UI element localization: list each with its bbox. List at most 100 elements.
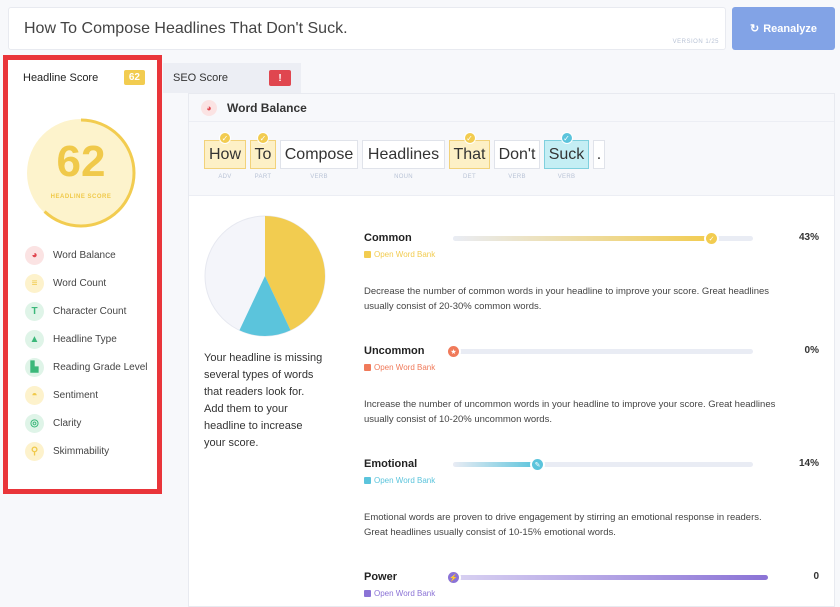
pie-chart-icon: ◕	[25, 245, 44, 265]
category-name: Common	[364, 232, 412, 244]
common-check-icon: ✓	[257, 132, 269, 144]
part-of-speech: VERB	[310, 174, 328, 180]
reanalyze-label: Reanalyze	[763, 22, 818, 35]
word-text: How	[208, 145, 241, 163]
nav-item-reading-grade-level[interactable]: ▙ Reading Grade Level	[25, 357, 155, 377]
nav-label: Word Count	[53, 277, 107, 289]
open-word-bank-link[interactable]: Open Word Bank	[364, 250, 435, 259]
nav-label: Character Count	[53, 305, 127, 317]
book-icon	[364, 364, 371, 371]
category-percent: 0	[813, 571, 819, 582]
word-chip[interactable]: .	[593, 140, 605, 169]
summary-text: Your headline is missing several types o…	[204, 352, 323, 449]
word-chip[interactable]: ✓ How ADV	[204, 132, 246, 180]
target-icon: ◎	[25, 413, 44, 433]
part-of-speech: NOUN	[394, 174, 413, 180]
reanalyze-button[interactable]: ↻ Reanalyze	[732, 7, 835, 50]
common-check-icon: ✓	[463, 132, 476, 144]
word-list: ✓ How ADV ✓ To PART Compose VERB Headlines NOUN ✓ T…	[189, 122, 834, 196]
category-description: Decrease the number of common words in y…	[364, 286, 770, 312]
score-value: 62	[56, 137, 106, 186]
category-marker-icon: ✎	[530, 457, 545, 472]
book-icon	[364, 477, 371, 484]
version-label: VERSION 1/25	[672, 39, 719, 45]
lines-icon: ≡	[25, 273, 44, 293]
word-text: That	[453, 145, 486, 163]
category-description: Increase the number of uncommon words in…	[364, 399, 776, 425]
emotional-icon: ✓	[560, 132, 573, 144]
nav-item-skimmability[interactable]: ⚲ Skimmability	[25, 441, 155, 461]
nav-label: Skimmability	[53, 445, 110, 457]
bank-label: Open Word Bank	[374, 250, 436, 259]
bank-label: Open Word Bank	[374, 589, 436, 598]
category-description: Emotional words are proven to drive enga…	[364, 512, 762, 538]
category-marker-icon: ✓	[704, 231, 719, 246]
category-name: Emotional	[364, 458, 418, 470]
smile-icon: ◓	[25, 385, 44, 405]
section-title: Word Balance	[227, 100, 307, 115]
book-icon	[364, 251, 371, 258]
nav-item-clarity[interactable]: ◎ Clarity	[25, 413, 155, 433]
word-text: Suck	[548, 145, 585, 163]
word-text: Compose	[284, 145, 354, 163]
word-chip[interactable]: ✓ That DET	[449, 132, 490, 180]
part-of-speech: VERB	[557, 174, 576, 180]
nav-label: Headline Type	[53, 333, 117, 345]
category-name: Uncommon	[364, 345, 425, 357]
open-word-bank-link[interactable]: Open Word Bank	[364, 363, 435, 372]
shapes-icon: ▲	[25, 329, 44, 349]
category-percent: 0%	[804, 345, 819, 356]
bank-label: Open Word Bank	[374, 363, 436, 372]
word-chip[interactable]: Don't VERB	[494, 140, 540, 180]
book-icon: ▙	[25, 357, 44, 377]
category-bar-fill	[453, 236, 711, 241]
part-of-speech: PART	[254, 174, 272, 180]
nav-item-character-count[interactable]: T Character Count	[25, 301, 155, 321]
headline-input[interactable]: How To Compose Headlines That Don't Suck…	[8, 7, 726, 50]
word-chip[interactable]: ✓ To PART	[250, 132, 276, 180]
nav-item-word-count[interactable]: ≡ Word Count	[25, 273, 155, 293]
text-t-icon: T	[25, 301, 44, 321]
open-word-bank-link[interactable]: Open Word Bank	[364, 476, 435, 485]
part-of-speech: DET	[463, 174, 476, 180]
category-bar: ✓	[453, 231, 753, 246]
common-check-icon: ✓	[219, 132, 231, 144]
nav-label: Clarity	[53, 417, 82, 429]
word-chip[interactable]: Compose VERB	[280, 140, 358, 180]
nav-label: Reading Grade Level	[53, 361, 148, 373]
nav-label: Sentiment	[53, 389, 99, 401]
tab-label: SEO Score	[173, 72, 229, 84]
word-chip[interactable]: ✓ Suck VERB	[544, 132, 589, 180]
warning-icon: !	[269, 70, 291, 86]
category-bar-fill	[453, 462, 537, 467]
word-balance-pie	[204, 215, 326, 337]
bank-label: Open Word Bank	[374, 476, 436, 485]
word-chip[interactable]: Headlines NOUN	[362, 140, 445, 180]
refresh-icon: ↻	[749, 23, 760, 35]
nav-label: Word Balance	[53, 249, 116, 261]
nav-item-word-balance[interactable]: ◕ Word Balance	[25, 245, 155, 265]
word-text: .	[596, 145, 602, 163]
category-name: Power	[364, 571, 398, 583]
category-bar: ★	[446, 344, 753, 359]
word-text: To	[254, 145, 272, 163]
open-word-bank-link[interactable]: Open Word Bank	[364, 589, 435, 598]
nav-item-sentiment[interactable]: ◓ Sentiment	[25, 385, 155, 405]
word-balance-panel: ◕ Word Balance ✓ How ADV ✓ To PART Compose VERB H…	[188, 93, 835, 607]
part-of-speech: VERB	[508, 174, 526, 180]
score-gauge: 62 HEADLINE SCORE	[25, 117, 137, 229]
nav-item-headline-type[interactable]: ▲ Headline Type	[25, 329, 155, 349]
score-label: HEADLINE SCORE	[50, 194, 112, 200]
headline-text[interactable]: How To Compose Headlines That Don't Suck…	[24, 20, 348, 38]
pie-chart-icon: ◕	[201, 99, 217, 116]
section-header: ◕ Word Balance	[189, 94, 834, 122]
category-marker-icon: ★	[446, 344, 461, 359]
magnifier-icon: ⚲	[25, 441, 44, 461]
word-text: Headlines	[367, 145, 440, 163]
category-percent: 14%	[798, 458, 819, 469]
tab-seo-score[interactable]: SEO Score!	[163, 63, 301, 93]
category-bar: ✎	[453, 457, 753, 472]
category-percent: 43%	[798, 232, 819, 243]
category-bar: ⚡	[446, 570, 768, 585]
part-of-speech: ADV	[218, 174, 232, 180]
